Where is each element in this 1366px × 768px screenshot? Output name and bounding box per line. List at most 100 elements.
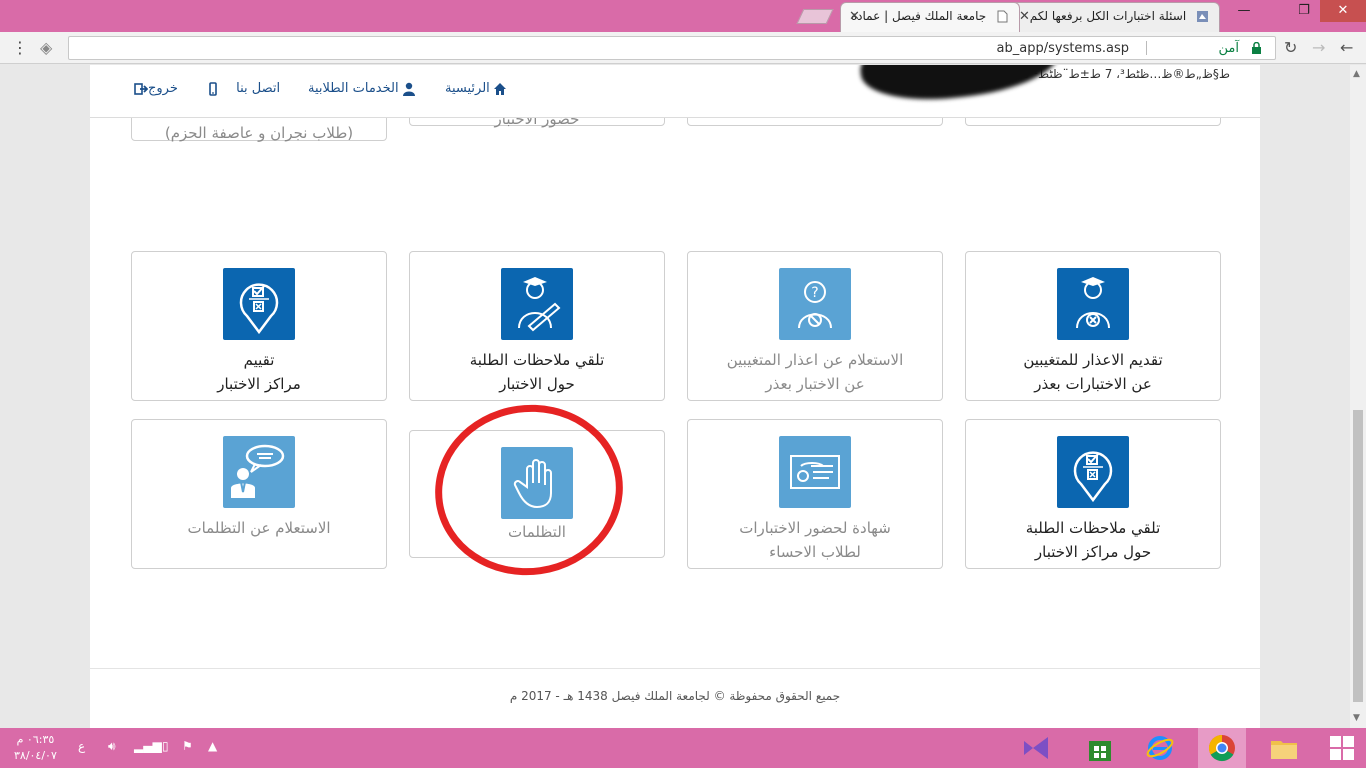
folder-icon: [1271, 741, 1297, 759]
url-text[interactable]: ab_app/systems.asp: [997, 41, 1129, 56]
nav-student-services-link[interactable]: الخدمات الطلابية: [308, 81, 416, 96]
lock-icon: [1252, 42, 1261, 54]
browser-tab-active[interactable]: جامعة الملك فيصل | عمادة ✕: [840, 2, 1020, 32]
clock-time: ٠٦:٣٥ م: [16, 733, 55, 746]
card-label-line2: عن الاختبار بعذر: [765, 375, 865, 393]
nav-home-link[interactable]: الرئيسية: [445, 81, 507, 96]
separator: [1146, 41, 1147, 55]
service-card-grievance-inquiry[interactable]: الاستعلام عن التظلمات: [131, 419, 387, 569]
checklist-pin-icon-box: [223, 268, 295, 340]
svg-text:?: ?: [811, 285, 818, 301]
network-signal-icon[interactable]: ▂▄▆: [134, 739, 162, 753]
card-label-line1: الاستعلام عن التظلمات: [187, 519, 331, 537]
card-label-line3: (طلاب نجران و عاصفة الحزم): [164, 124, 354, 142]
speech-person-icon: [231, 444, 285, 498]
reload-icon[interactable]: ↻: [1284, 38, 1297, 58]
mobile-phone-icon: [209, 81, 217, 96]
service-card-stats-cert[interactable]: شهادة لحضور الاختبارات لطلاب الاحساء: [687, 419, 943, 569]
browser-tab[interactable]: اسئلة اختبارات الكل برفعها لكم ✕: [1010, 2, 1220, 32]
student-question-icon-box: ?: [779, 268, 851, 340]
forward-arrow-icon[interactable]: →: [1312, 38, 1325, 58]
back-arrow-icon[interactable]: ←: [1340, 38, 1353, 58]
nav-logout-label: خروج: [148, 81, 178, 96]
checklist-pin-icon: [1073, 451, 1113, 503]
windows-logo-icon: [1330, 736, 1354, 760]
extension-icon[interactable]: ◈: [40, 38, 52, 58]
start-button[interactable]: [1318, 728, 1366, 768]
file-explorer-taskbar-app[interactable]: [1260, 728, 1308, 768]
card-label-line1: تلقي ملاحظات الطلبة: [469, 351, 605, 369]
new-tab-button[interactable]: [796, 9, 834, 24]
copyright-text: جميع الحقوق محفوظة © لجامعة الملك فيصل 1…: [509, 689, 841, 703]
clock-date: ٣٨/٠٤/٠٧: [14, 749, 57, 762]
volume-icon[interactable]: 🔊︎: [108, 739, 116, 754]
visual-studio-taskbar-app[interactable]: [1012, 728, 1060, 768]
service-card-student-feedback-centers[interactable]: تلقي ملاحظات الطلبة حول مراكز الاختبار: [965, 419, 1221, 569]
certificate-icon: [790, 455, 840, 489]
document-icon: [997, 10, 1008, 23]
store-taskbar-app[interactable]: [1076, 728, 1124, 768]
student-x-icon: [1076, 277, 1110, 329]
minimize-button[interactable]: —: [1228, 0, 1260, 22]
maximize-button[interactable]: ❐: [1288, 0, 1320, 22]
vertical-scrollbar[interactable]: ▲ ▼: [1350, 65, 1366, 728]
card-label-line2: مراكز الاختبار: [217, 375, 301, 393]
nav-student-services-label: الخدمات الطلابية: [308, 81, 399, 96]
visual-studio-icon: [1024, 737, 1048, 759]
chrome-taskbar-app[interactable]: [1198, 728, 1246, 768]
browser-toolbar: ← → ↻ ☆ ◈ ⋮ آمن ab_app/systems.asp: [0, 32, 1366, 64]
card-label-line1: شهادة لحضور الاختبارات: [739, 519, 891, 537]
card-label-line1: تقييم: [243, 351, 275, 369]
system-clock[interactable]: ٠٦:٣٥ م ٣٨/٠٤/٠٧: [14, 732, 57, 764]
internet-explorer-taskbar-app[interactable]: [1136, 728, 1184, 768]
internet-explorer-icon: [1146, 736, 1174, 760]
nav-home-label: الرئيسية: [445, 81, 490, 96]
windows-taskbar: ٠٦:٣٥ م ٣٨/٠٤/٠٧ ع 🔊︎ ▂▄▆ ▯ ⚑ ▲: [0, 728, 1366, 768]
student-pen-icon-box: [501, 268, 573, 340]
menu-dots-icon[interactable]: ⋮: [12, 38, 28, 58]
service-card-submit-excuse[interactable]: تقديم الاعذار للمتغيبين عن الاختبارات بعذ…: [965, 251, 1221, 401]
nav-contact-link[interactable]: اتصل بنا: [206, 81, 280, 96]
card-label-line2: عن الاختبارات بعذر: [1034, 375, 1152, 393]
secure-label: آمن: [1218, 41, 1239, 56]
action-center-flag-icon[interactable]: ⚑: [182, 739, 193, 753]
scroll-up-arrow-icon[interactable]: ▲: [1353, 69, 1360, 79]
service-card-student-feedback-exam[interactable]: تلقي ملاحظات الطلبة حول الاختبار: [409, 251, 665, 401]
battery-icon[interactable]: ▯: [162, 739, 169, 753]
address-bar[interactable]: آمن ab_app/systems.asp: [68, 36, 1276, 60]
certificate-icon-box: [779, 436, 851, 508]
nav-contact-label: اتصل بنا: [236, 81, 281, 96]
scroll-down-arrow-icon[interactable]: ▼: [1353, 713, 1360, 723]
page-footer: جميع الحقوق محفوظة © لجامعة الملك فيصل 1…: [90, 668, 1260, 728]
scrollbar-thumb[interactable]: [1353, 410, 1363, 702]
student-pen-icon: [518, 277, 561, 332]
student-x-icon-box: [1057, 268, 1129, 340]
tab-title: اسئلة اختبارات الكل برفعها لكم: [1029, 9, 1187, 23]
close-window-button[interactable]: ✕: [1320, 0, 1366, 22]
page-favicon-icon: [1197, 11, 1208, 22]
service-card-center-evaluation[interactable]: تقييم مراكز الاختبار: [131, 251, 387, 401]
student-question-icon: ?: [798, 281, 832, 329]
input-language-indicator[interactable]: ع: [78, 739, 85, 753]
nav-logout-link[interactable]: خروج: [134, 81, 178, 96]
chrome-icon: [1208, 734, 1235, 762]
card-label-line1: تلقي ملاحظات الطلبة: [1025, 519, 1161, 537]
tab-close-icon[interactable]: ✕: [1019, 3, 1030, 30]
top-navbar: ط§ظ„ط®ظ…ظٹط³، 7 ط±ط¨ظٹط¹ 1438 ظ‡€ الرئيس…: [90, 65, 1260, 118]
card-label-line2: حول الاختبار: [499, 375, 575, 393]
card-label-line1: تقديم الاعذار للمتغيبين: [1023, 351, 1163, 369]
page-container: جداولالاختبارات النهائيةشهادةلحضور الاخت…: [90, 65, 1260, 728]
store-bag-icon: [1089, 741, 1111, 761]
checklist-pin-icon: [239, 283, 279, 335]
checklist-pin-icon-box: [1057, 436, 1129, 508]
redaction-scribble: [856, 65, 1064, 108]
show-hidden-icons-chevron-icon[interactable]: ▲: [208, 739, 217, 753]
tab-close-icon[interactable]: ✕: [849, 3, 860, 30]
home-icon: [493, 82, 506, 95]
card-label-line1: الاستعلام عن اعذار المتغيبين: [726, 351, 904, 369]
user-icon: [402, 82, 415, 96]
service-card-excuse-inquiry[interactable]: ? الاستعلام عن اعذار المتغيبين عن الاختبار…: [687, 251, 943, 401]
card-label-line2: لطلاب الاحساء: [769, 543, 861, 561]
red-annotation-circle: [424, 392, 634, 588]
card-label-line2: حول مراكز الاختبار: [1034, 543, 1152, 561]
